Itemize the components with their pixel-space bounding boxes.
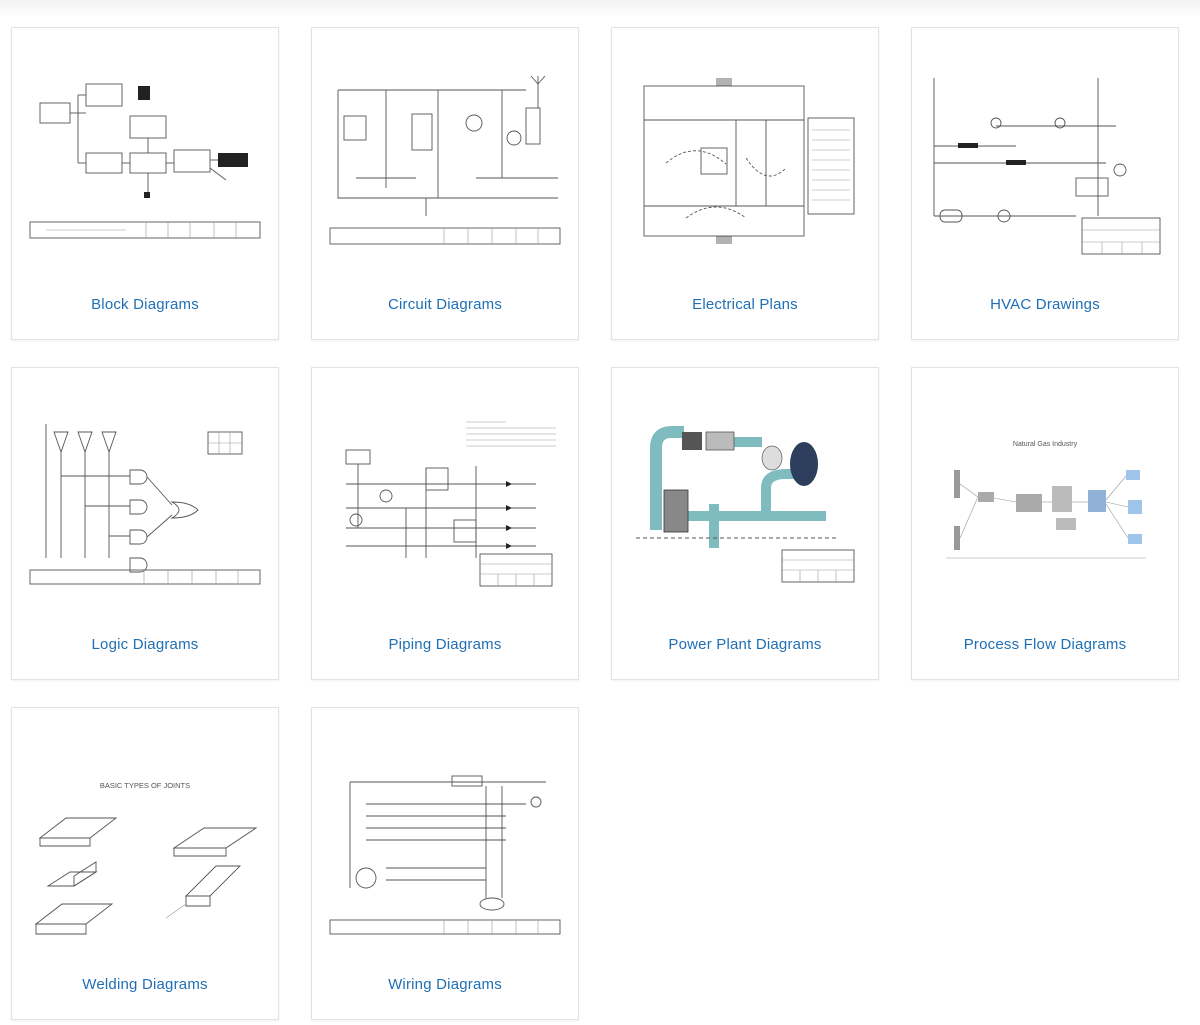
top-shadow-bar <box>0 0 1200 18</box>
card-circuit-diagrams[interactable]: Circuit Diagrams <box>311 27 579 340</box>
electrical-plan-thumbnail <box>626 68 864 258</box>
circuit-diagram-thumbnail <box>326 68 564 258</box>
card-label: Block Diagrams <box>91 296 199 313</box>
card-label: Welding Diagrams <box>82 976 208 993</box>
card-process-flow-diagrams[interactable]: Natural Gas Industry Process Flow Diagra… <box>911 367 1179 680</box>
card-wiring-diagrams[interactable]: Wiring Diagrams <box>311 707 579 1020</box>
diagram-type-grid: Block Diagrams Circuit Diagrams Electric… <box>11 27 1179 1020</box>
block-diagram-thumbnail <box>26 68 264 258</box>
card-label: Piping Diagrams <box>388 636 502 653</box>
process-flow-title: Natural Gas Industry <box>1013 441 1078 448</box>
welding-title: BASIC TYPES OF JOINTS <box>100 781 190 790</box>
card-welding-diagrams[interactable]: BASIC TYPES OF JOINTS Welding Diagrams <box>11 707 279 1020</box>
card-power-plant-diagrams[interactable]: Power Plant Diagrams <box>611 367 879 680</box>
card-hvac-drawings[interactable]: HVAC Drawings <box>911 27 1179 340</box>
logic-diagram-thumbnail <box>26 408 264 598</box>
card-label: Power Plant Diagrams <box>668 636 822 653</box>
card-label: Circuit Diagrams <box>387 296 503 313</box>
card-label: Wiring Diagrams <box>388 976 502 993</box>
piping-diagram-thumbnail <box>326 408 564 598</box>
card-logic-diagrams[interactable]: Logic Diagrams <box>11 367 279 680</box>
hvac-drawing-thumbnail <box>926 68 1164 258</box>
card-block-diagrams[interactable]: Block Diagrams <box>11 27 279 340</box>
welding-diagram-thumbnail: BASIC TYPES OF JOINTS <box>26 748 264 938</box>
card-label: Electrical Plans <box>692 296 798 313</box>
card-electrical-plans[interactable]: Electrical Plans <box>611 27 879 340</box>
card-label: HVAC Drawings <box>990 296 1100 313</box>
card-label: Logic Diagrams <box>91 636 199 653</box>
process-flow-diagram-thumbnail: Natural Gas Industry <box>926 408 1164 598</box>
wiring-diagram-thumbnail <box>326 748 564 938</box>
card-label: Process Flow Diagrams <box>963 636 1127 653</box>
card-piping-diagrams[interactable]: Piping Diagrams <box>311 367 579 680</box>
power-plant-diagram-thumbnail <box>626 408 864 598</box>
